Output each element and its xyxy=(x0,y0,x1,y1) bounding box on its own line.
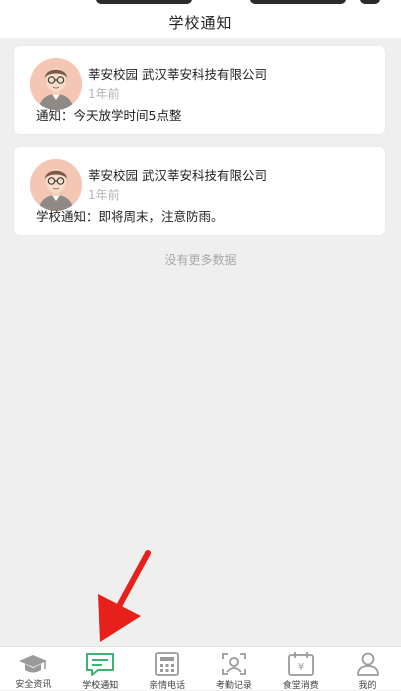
status-bar-cutoff xyxy=(360,0,380,4)
avatar xyxy=(30,159,82,211)
status-bar-cutoff xyxy=(96,0,192,4)
tab-label: 安全资讯 xyxy=(15,680,52,690)
page-title: 学校通知 xyxy=(168,13,233,32)
list-end-text: 没有更多数据 xyxy=(164,253,237,267)
notification-time: 1年前 xyxy=(88,188,120,202)
notification-card[interactable]: 莘安校园 武汉莘安科技有限公司 1年前 学校通知：即将周末，注意防雨。 xyxy=(14,147,385,235)
notification-sender: 莘安校园 武汉莘安科技有限公司 xyxy=(88,67,267,82)
status-bar-cutoff xyxy=(250,0,346,4)
tab-canteen-spending[interactable]: ¥ 食堂消费 xyxy=(267,647,334,691)
tab-label: 亲情电话 xyxy=(149,681,186,691)
calculator-phone-icon xyxy=(149,651,185,677)
message-icon xyxy=(82,651,118,677)
face-scan-icon xyxy=(216,651,252,677)
yen-calendar-icon: ¥ xyxy=(283,651,319,677)
teacher-avatar-icon xyxy=(30,159,82,211)
tab-attendance[interactable]: 考勤记录 xyxy=(200,647,267,691)
tab-label: 考勤记录 xyxy=(215,681,252,691)
tab-label: 食堂消费 xyxy=(282,681,319,691)
notification-message: 学校通知：即将周末，注意防雨。 xyxy=(36,209,224,224)
bottom-tab-bar: 安全资讯 学校通知 亲情电话 考勤记录 ¥ 食堂消费 我的 xyxy=(0,646,401,691)
user-icon xyxy=(350,651,386,677)
notification-message: 通知：今天放学时间5点整 xyxy=(36,108,182,123)
tab-label: 学校通知 xyxy=(82,681,119,691)
teacher-avatar-icon xyxy=(30,58,82,110)
notification-time: 1年前 xyxy=(88,87,120,101)
avatar xyxy=(30,58,82,110)
tab-label: 我的 xyxy=(358,681,377,691)
tab-school-notice[interactable]: 学校通知 xyxy=(67,647,134,691)
notification-sender: 莘安校园 武汉莘安科技有限公司 xyxy=(88,168,267,183)
app-header: 学校通知 xyxy=(0,6,401,38)
svg-text:¥: ¥ xyxy=(298,662,304,673)
tab-profile[interactable]: 我的 xyxy=(334,647,401,691)
notification-card[interactable]: 莘安校园 武汉莘安科技有限公司 1年前 通知：今天放学时间5点整 xyxy=(14,46,385,134)
tab-family-phone[interactable]: 亲情电话 xyxy=(134,647,201,691)
graduation-cap-icon xyxy=(15,651,51,676)
tab-safety-news[interactable]: 安全资讯 xyxy=(0,647,67,690)
